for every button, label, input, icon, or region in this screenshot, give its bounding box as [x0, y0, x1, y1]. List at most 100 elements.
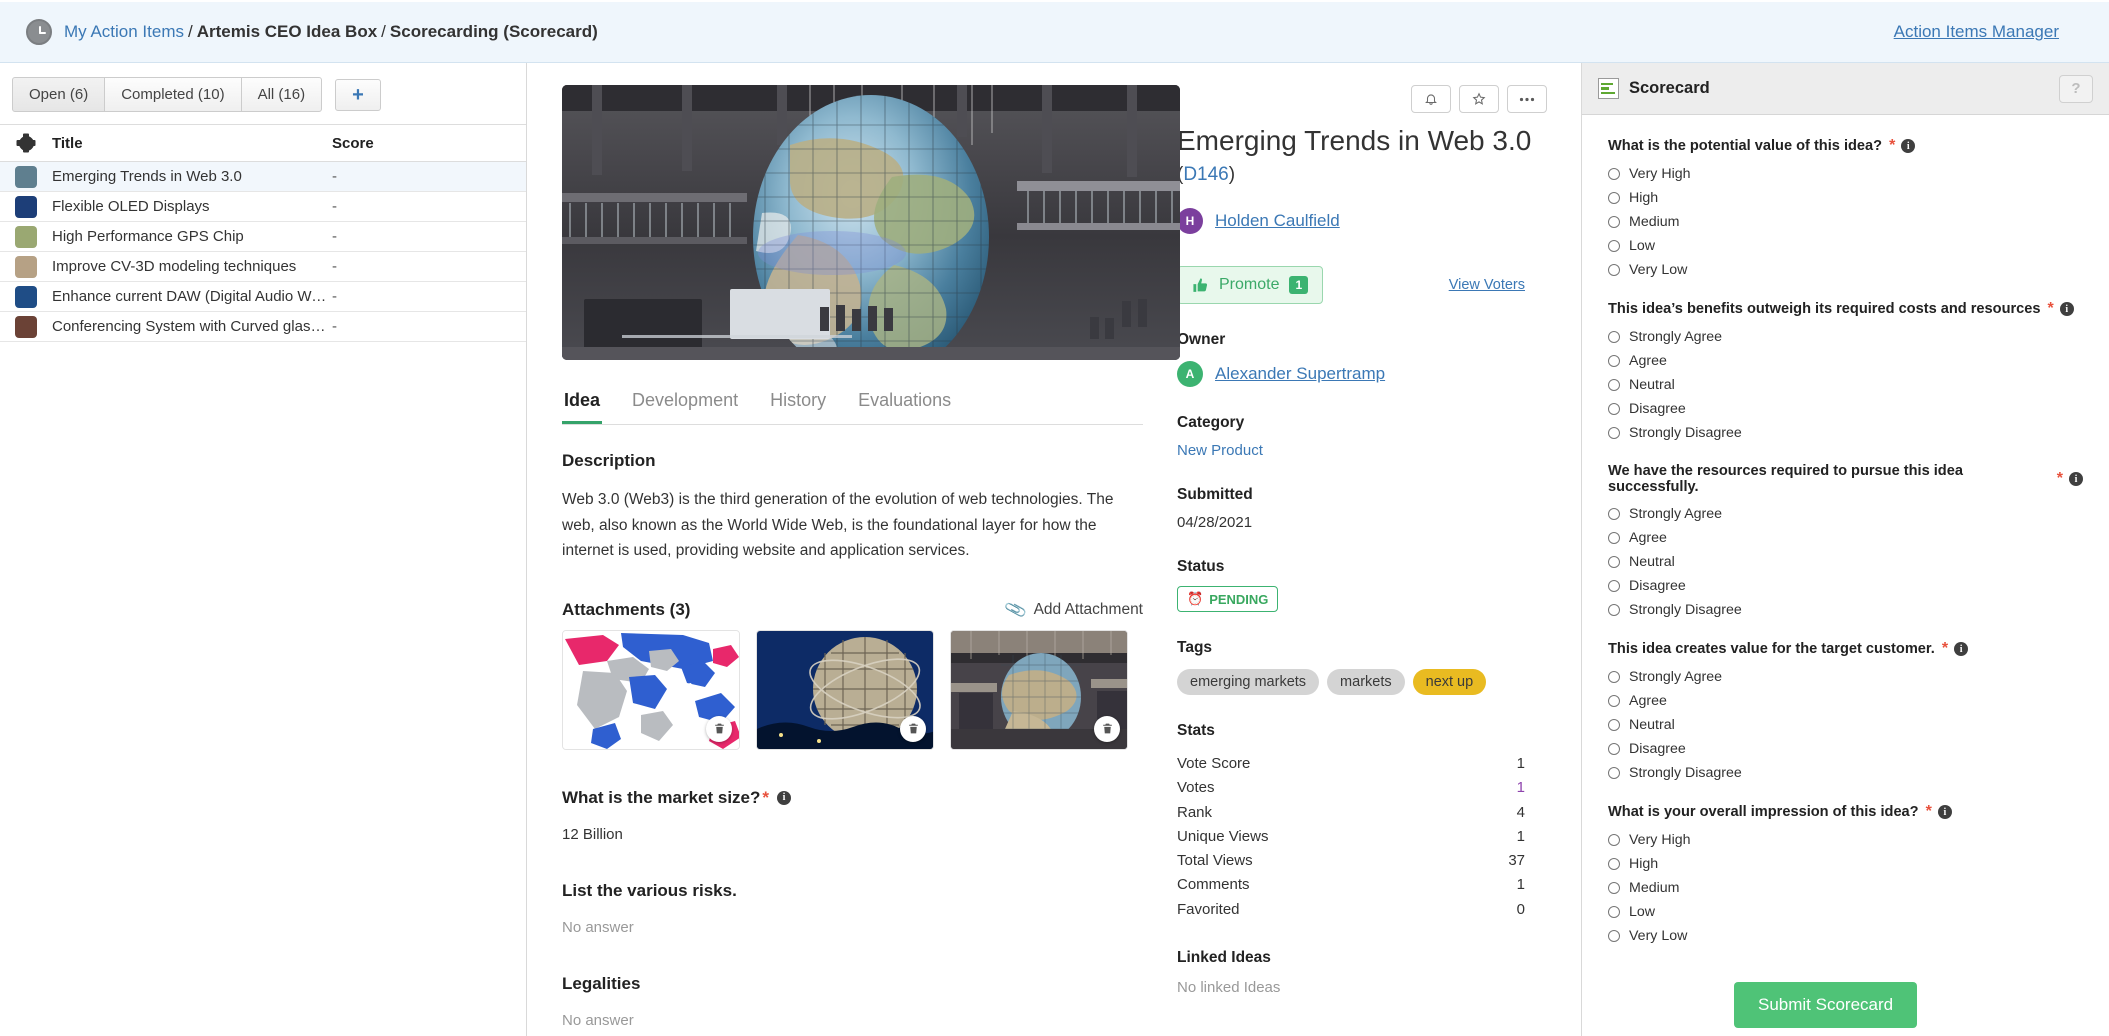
tab-open[interactable]: Open (6): [12, 77, 106, 112]
scorecard-option[interactable]: Neutral: [1608, 550, 2083, 574]
radio-button[interactable]: [1608, 379, 1620, 391]
info-icon[interactable]: i: [777, 790, 792, 805]
radio-button[interactable]: [1608, 264, 1620, 276]
radio-button[interactable]: [1608, 580, 1620, 592]
scorecard-option[interactable]: Strongly Agree: [1608, 325, 2083, 349]
table-row[interactable]: Improve CV-3D modeling techniques -: [0, 252, 526, 282]
attachment-thumbnail[interactable]: [562, 629, 740, 750]
info-icon[interactable]: i: [2069, 472, 2083, 486]
scorecard-option[interactable]: Very Low: [1608, 258, 2083, 282]
radio-button[interactable]: [1608, 906, 1620, 918]
radio-button[interactable]: [1608, 695, 1620, 707]
info-icon[interactable]: i: [1937, 805, 1952, 819]
info-icon[interactable]: i: [2059, 302, 2074, 316]
breadcrumb-my-action-items[interactable]: My Action Items: [64, 22, 184, 42]
idea-id-link[interactable]: D146: [1183, 164, 1228, 185]
scorecard-option[interactable]: Strongly Disagree: [1608, 421, 2083, 445]
stat-label: Favorited: [1177, 900, 1240, 918]
scorecard-option-label: Strongly Agree: [1629, 669, 1723, 685]
tab-history[interactable]: History: [768, 386, 828, 424]
scorecard-option[interactable]: Agree: [1608, 349, 2083, 373]
radio-button[interactable]: [1608, 192, 1620, 204]
tab-all[interactable]: All (16): [240, 77, 323, 112]
add-attachment-button[interactable]: 📎 Add Attachment: [1004, 599, 1143, 622]
add-item-button[interactable]: +: [335, 78, 381, 111]
radio-button[interactable]: [1608, 743, 1620, 755]
scorecard-option[interactable]: Disagree: [1608, 737, 2083, 761]
tab-completed[interactable]: Completed (10): [104, 77, 242, 112]
info-icon[interactable]: i: [1954, 642, 1969, 656]
radio-button[interactable]: [1608, 427, 1620, 439]
table-row[interactable]: Enhance current DAW (Digital Audio Works…: [0, 282, 526, 312]
scorecard-option[interactable]: Disagree: [1608, 397, 2083, 421]
scorecard-option[interactable]: Very High: [1608, 828, 2083, 852]
category-link[interactable]: New Product: [1177, 442, 1263, 459]
radio-button[interactable]: [1608, 168, 1620, 180]
tag-chip[interactable]: emerging markets: [1177, 669, 1320, 695]
ellipsis-icon[interactable]: [1507, 85, 1547, 113]
radio-button[interactable]: [1608, 719, 1620, 731]
radio-button[interactable]: [1608, 240, 1620, 252]
owner-name[interactable]: Alexander Supertramp: [1215, 364, 1385, 384]
stat-value[interactable]: 1: [1517, 776, 1525, 800]
radio-button[interactable]: [1608, 216, 1620, 228]
radio-button[interactable]: [1608, 671, 1620, 683]
radio-button[interactable]: [1608, 508, 1620, 520]
tag-chip[interactable]: next up: [1412, 669, 1487, 695]
action-items-manager-link[interactable]: Action Items Manager: [1894, 22, 2083, 42]
radio-button[interactable]: [1608, 355, 1620, 367]
scorecard-option[interactable]: High: [1608, 852, 2083, 876]
tag-chip[interactable]: markets: [1327, 669, 1405, 695]
scorecard-option[interactable]: Medium: [1608, 876, 2083, 900]
item-thumbnail: [15, 255, 37, 278]
delete-attachment-button[interactable]: [706, 715, 732, 742]
scorecard-option[interactable]: Strongly Disagree: [1608, 598, 2083, 622]
info-icon[interactable]: i: [1901, 139, 1916, 153]
tab-evaluations[interactable]: Evaluations: [856, 386, 953, 424]
radio-button[interactable]: [1608, 532, 1620, 544]
table-row[interactable]: High Performance GPS Chip -: [0, 222, 526, 252]
help-icon[interactable]: ?: [2059, 74, 2093, 103]
bell-icon[interactable]: [1411, 85, 1451, 113]
radio-button[interactable]: [1608, 403, 1620, 415]
attachment-thumbnail[interactable]: [950, 629, 1128, 750]
delete-attachment-button[interactable]: [1094, 715, 1120, 742]
radio-button[interactable]: [1608, 834, 1620, 846]
scorecard-option[interactable]: Strongly Agree: [1608, 502, 2083, 526]
radio-button[interactable]: [1608, 858, 1620, 870]
star-icon[interactable]: [1459, 85, 1499, 113]
submitter-name[interactable]: Holden Caulfield: [1215, 211, 1340, 231]
owner-label: Owner: [1177, 331, 1226, 348]
view-voters-link[interactable]: View Voters: [1449, 277, 1547, 293]
item-title: Conferencing System with Curved glass di…: [52, 318, 332, 335]
tab-idea[interactable]: Idea: [562, 386, 603, 424]
radio-button[interactable]: [1608, 767, 1620, 779]
scorecard-option[interactable]: Strongly Disagree: [1608, 761, 2083, 785]
table-row[interactable]: Conferencing System with Curved glass di…: [0, 312, 526, 342]
scorecard-option[interactable]: Strongly Agree: [1608, 665, 2083, 689]
delete-attachment-button[interactable]: [900, 715, 926, 742]
scorecard-option[interactable]: Low: [1608, 234, 2083, 258]
scorecard-option[interactable]: Disagree: [1608, 574, 2083, 598]
scorecard-option[interactable]: Very High: [1608, 162, 2083, 186]
scorecard-option[interactable]: Low: [1608, 900, 2083, 924]
radio-button[interactable]: [1608, 331, 1620, 343]
table-row[interactable]: Emerging Trends in Web 3.0 -: [0, 162, 526, 192]
attachment-thumbnail[interactable]: [756, 629, 934, 750]
scorecard-option[interactable]: Neutral: [1608, 373, 2083, 397]
scorecard-option[interactable]: Neutral: [1608, 713, 2083, 737]
scorecard-option[interactable]: Agree: [1608, 689, 2083, 713]
radio-button[interactable]: [1608, 930, 1620, 942]
scorecard-option[interactable]: High: [1608, 186, 2083, 210]
promote-button[interactable]: Promote 1: [1177, 266, 1324, 304]
scorecard-option[interactable]: Very Low: [1608, 924, 2083, 948]
tab-development[interactable]: Development: [630, 386, 740, 424]
scorecard-option[interactable]: Medium: [1608, 210, 2083, 234]
column-settings-button[interactable]: [0, 135, 52, 151]
scorecard-option[interactable]: Agree: [1608, 526, 2083, 550]
radio-button[interactable]: [1608, 604, 1620, 616]
radio-button[interactable]: [1608, 556, 1620, 568]
radio-button[interactable]: [1608, 882, 1620, 894]
submit-scorecard-button[interactable]: Submit Scorecard: [1734, 982, 1918, 1028]
table-row[interactable]: Flexible OLED Displays -: [0, 192, 526, 222]
